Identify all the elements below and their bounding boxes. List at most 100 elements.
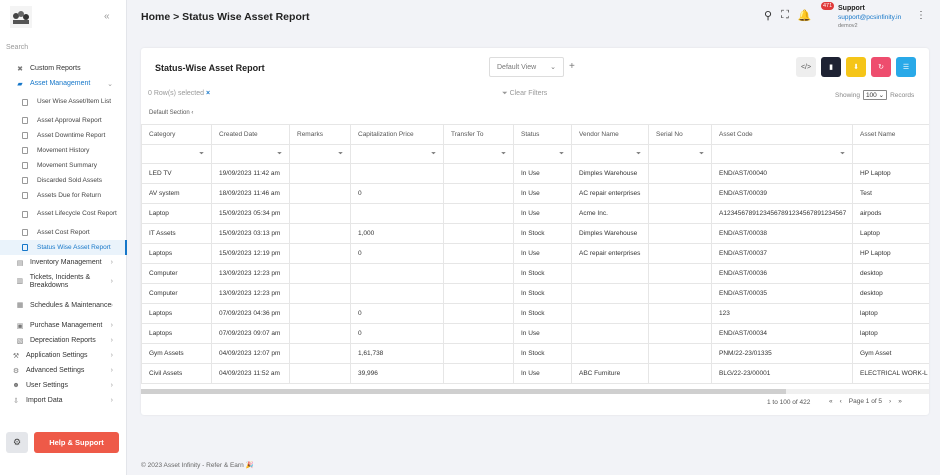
sidebar-subitem-asset-approval[interactable]: Asset Approval Report [0,113,127,128]
prev-page-icon[interactable]: ‹ [840,398,842,405]
sidebar-subitem-asset-cost[interactable]: Asset Cost Report [0,225,127,240]
table-row[interactable]: IT Assets 15/09/2023 03:13 pm 1,000 In Stoc… [141,223,929,244]
filter-icon[interactable]: ⏷ [199,151,204,158]
table-row[interactable]: Computer 13/09/2023 12:23 pm In Stock END/A… [141,283,929,304]
document-icon [22,177,28,184]
columns-button[interactable]: ☰ [896,57,916,77]
sidebar-subitem-lifecycle-cost[interactable]: Asset Lifecycle Cost Report [0,203,127,225]
column-filter[interactable]: ⏷ [648,144,712,164]
table-cell: HP Laptop [852,163,929,184]
sidebar-item-custom-reports[interactable]: ✖ Custom Reports [0,61,127,76]
sidebar-item-advanced-settings[interactable]: ⚙ Advanced Settings › [0,363,127,378]
sidebar-item-inventory[interactable]: ▤ Inventory Management › [0,255,127,270]
table-row[interactable]: Laptops 15/09/2023 12:19 pm 0 In Use AC repa… [141,243,929,264]
horizontal-scrollbar[interactable] [141,389,929,394]
filter-icon[interactable]: ⏷ [699,151,704,158]
sidebar-item-depreciation[interactable]: ▧ Depreciation Reports › [0,333,127,348]
sidebar-subitem-asset-downtime[interactable]: Asset Downtime Report [0,128,127,143]
scrollbar-thumb[interactable] [141,389,786,394]
sidebar-item-asset-management[interactable]: ▰ Asset Management ⌄ [0,76,127,91]
column-header[interactable]: Status [513,124,572,145]
filter-icon[interactable]: ⏷ [431,151,436,158]
column-filter[interactable]: ⏷ [289,144,351,164]
table-cell: END/AST/00035 [711,283,853,304]
table-cell: In Use [513,363,572,384]
table-row[interactable]: Laptops 07/09/2023 04:36 pm 0 In Stock 123 la… [141,303,929,324]
page-indicator: Page 1 of 5 [848,398,883,405]
sidebar-item-purchase[interactable]: ▣ Purchase Management › [0,318,127,333]
first-page-icon[interactable]: « [829,398,833,405]
filter-icon[interactable]: ⏷ [277,151,282,158]
settings-gear-button[interactable]: ⚙ [6,432,28,453]
user-profile[interactable]: Support support@pcsinfinity.in demov2 [838,4,901,31]
clear-selection-icon[interactable]: × [206,90,210,97]
sidebar-item-label: User Settings [26,382,69,389]
bell-icon[interactable]: 🔔 [798,9,812,22]
sidebar-subitem-status-wise[interactable]: Status Wise Asset Report [0,240,127,255]
page-size-select[interactable]: 100 ⌄ [862,90,888,100]
sidebar-item-tickets[interactable]: ▥ Tickets, Incidents & Breakdowns › [0,270,127,294]
last-page-icon[interactable]: » [898,398,902,405]
sidebar-item-schedules[interactable]: ▦ Schedules & Maintenance › [0,294,127,318]
footer: © 2023 Asset Infinity - Refer & Earn 🎉 [141,462,254,469]
sidebar-item-application-settings[interactable]: ⚒ Application Settings › [0,348,127,363]
sidebar-subitem-discarded-sold[interactable]: Discarded Sold Assets [0,173,127,188]
table-row[interactable]: AV system 18/09/2023 11:46 am 0 In Use AC re… [141,183,929,204]
table-row[interactable]: Civil Assets 04/09/2023 11:52 am 39,996 In … [141,363,929,384]
sidebar-item-user-settings[interactable]: ☻ User Settings › [0,378,127,393]
filter-icon[interactable]: ⏷ [636,151,641,158]
section-selector[interactable]: Default Section ‹ [149,110,193,116]
sidebar-search-input[interactable]: Search [6,44,120,51]
pdf-export-button[interactable]: ▮ [821,57,841,77]
refresh-button[interactable]: ↻ [871,57,891,77]
column-filter[interactable]: ⏷ [211,144,290,164]
sidebar-subitem-label: Assets Due for Return [37,192,101,199]
code-view-button[interactable]: </> [796,57,816,77]
column-filter[interactable]: ⏷ [350,144,444,164]
collapse-sidebar-icon[interactable]: « [104,11,110,22]
column-header[interactable]: Vendor Name [571,124,649,145]
filter-icon[interactable]: ⏷ [501,151,506,158]
filter-icon[interactable]: ⏷ [559,151,564,158]
table-row[interactable]: Computer 13/09/2023 12:23 pm In Stock END/A… [141,263,929,284]
column-filter[interactable]: ⏷ [443,144,514,164]
sidebar-subitem-assets-due-return[interactable]: Assets Due for Return [0,188,127,203]
sidebar-subitem-user-wise-asset[interactable]: User Wise Asset/Item List [0,91,127,113]
column-header[interactable]: Capitalization Price [350,124,444,145]
column-header[interactable]: Transfer To [443,124,514,145]
sidebar-item-import-data[interactable]: ⇩ Import Data › [0,393,127,408]
table-row[interactable]: Gym Assets 04/09/2023 12:07 pm 1,61,738 In … [141,343,929,364]
help-support-button[interactable]: Help & Support [34,432,119,453]
sidebar-subitem-movement-history[interactable]: Movement History [0,143,127,158]
add-view-icon[interactable]: + [569,61,575,72]
column-filter[interactable]: ⏷ [711,144,853,164]
sidebar-subitem-movement-summary[interactable]: Movement Summary [0,158,127,173]
column-header[interactable]: Remarks [289,124,351,145]
column-header[interactable]: Asset Name [852,124,929,145]
column-header[interactable]: Category [141,124,212,145]
zoom-search-icon[interactable]: ⚲ [764,9,772,22]
qr-scan-icon[interactable]: ⛶ [781,9,789,22]
column-filter[interactable]: ⏷ [513,144,572,164]
column-header[interactable]: Asset Code [711,124,853,145]
column-filter[interactable]: ⏷ [852,144,929,164]
filter-icon[interactable]: ⏷ [840,151,845,158]
more-vertical-icon[interactable]: ⋮ [916,10,926,21]
clear-filters-button[interactable]: ⏷ Clear Filters [502,90,547,98]
column-filter[interactable]: ⏷ [571,144,649,164]
column-filter[interactable]: ⏷ [141,144,212,164]
table-cell: In Stock [513,263,572,284]
table-row[interactable]: Laptops 07/09/2023 09:07 am 0 In Use END/AST… [141,323,929,344]
column-header[interactable]: Serial No [648,124,712,145]
table-cell: END/AST/00037 [711,243,853,264]
document-icon [22,162,28,169]
next-page-icon[interactable]: › [889,398,891,405]
filter-icon[interactable]: ⏷ [338,151,343,158]
view-select[interactable]: Default View ⌄ [489,57,564,77]
table-cell [648,323,712,344]
excel-export-button[interactable]: ⬇ [846,57,866,77]
table-row[interactable]: Laptop 15/09/2023 05:34 pm In Use Acme Inc.… [141,203,929,224]
column-header[interactable]: Created Date [211,124,290,145]
calendar-icon: ▦ [16,302,24,309]
table-row[interactable]: LED TV 19/09/2023 11:42 am In Use Dimples W… [141,163,929,184]
